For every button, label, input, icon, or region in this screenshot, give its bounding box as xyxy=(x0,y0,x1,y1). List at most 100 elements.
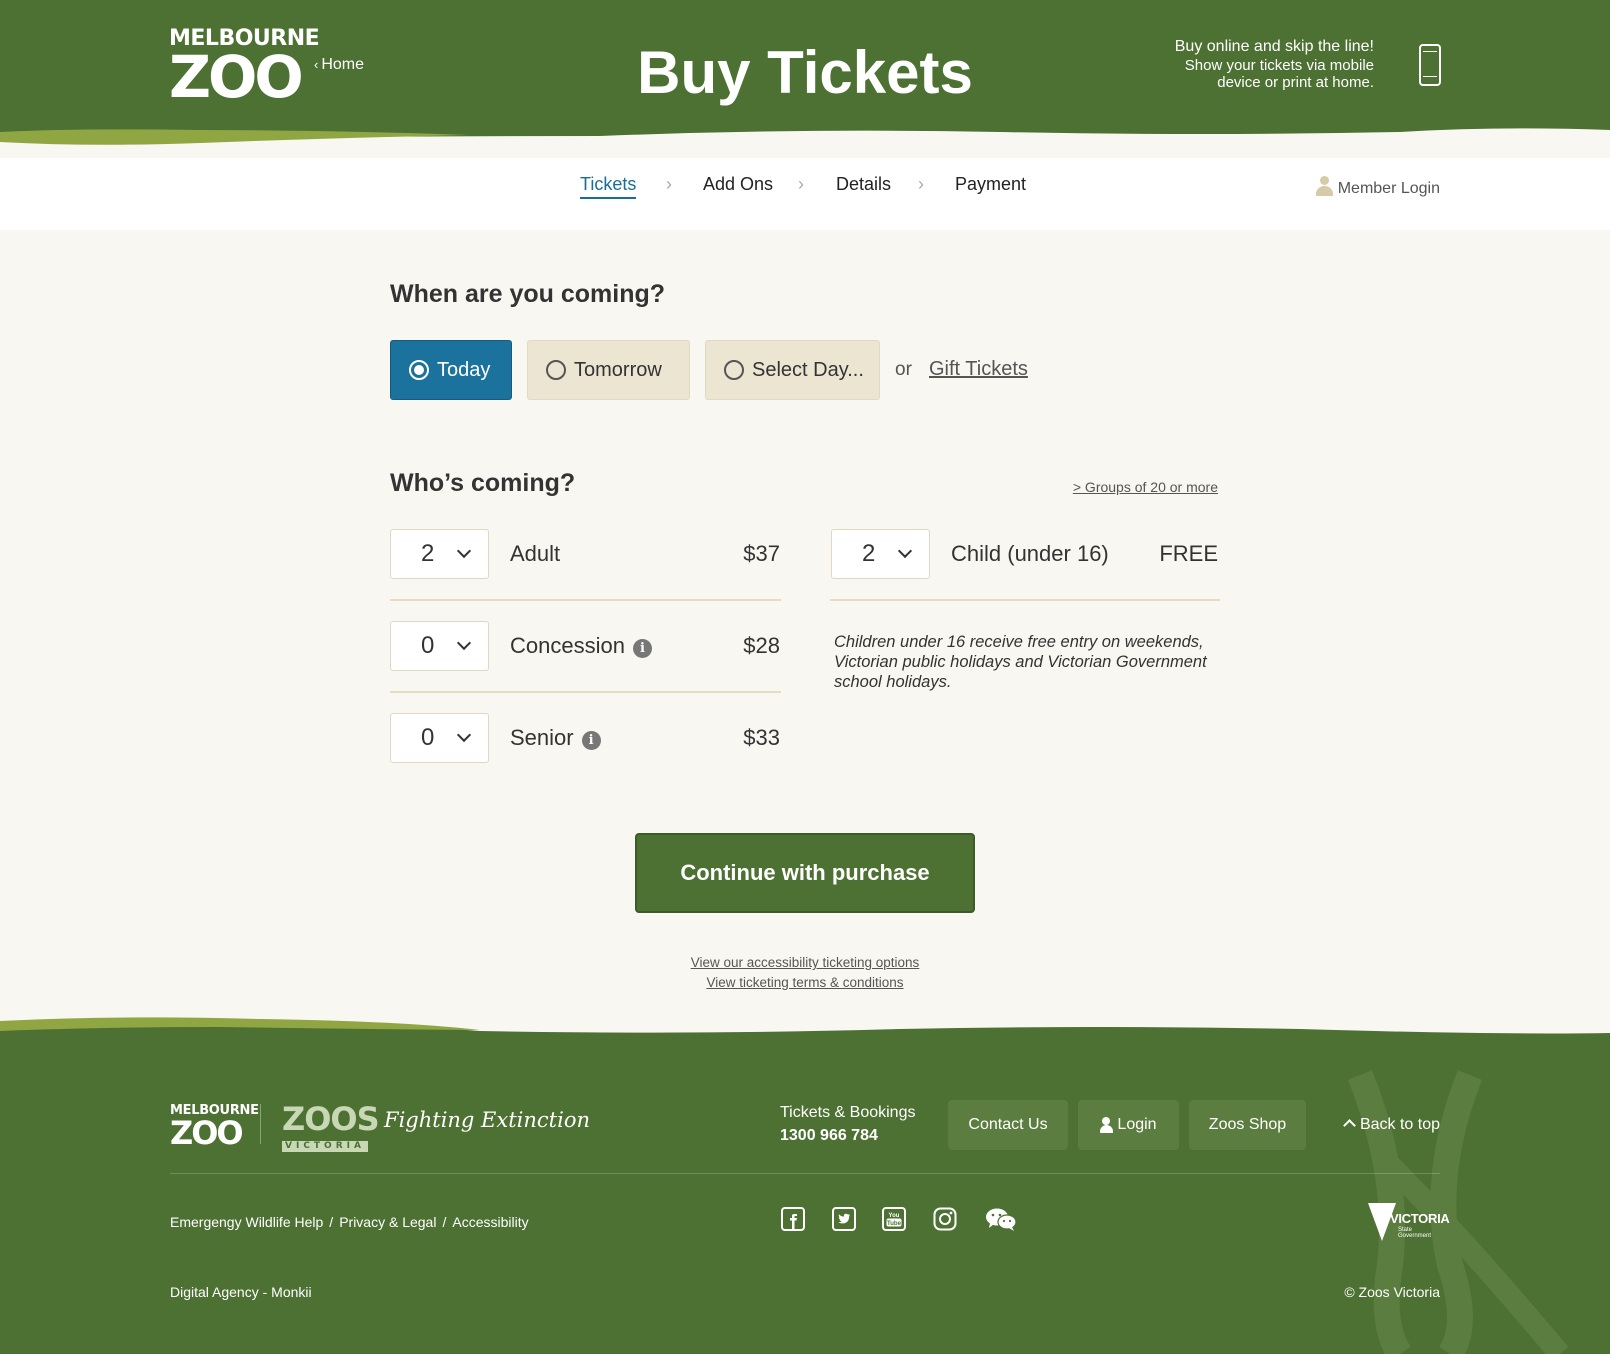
contact-us-button[interactable]: Contact Us xyxy=(948,1100,1068,1150)
ticket-row-child: 2 Child (under 16) FREE xyxy=(831,529,1218,579)
quantity-value: 2 xyxy=(862,540,876,567)
quantity-value: 0 xyxy=(421,724,435,751)
ticket-label: Concession xyxy=(510,633,625,658)
phone-icon xyxy=(1419,44,1441,86)
wildlife-help-link[interactable]: Emergengy Wildlife Help xyxy=(170,1214,323,1230)
ticket-label-wrap: Senior i xyxy=(510,725,601,751)
user-icon xyxy=(1315,176,1333,196)
instagram-icon[interactable] xyxy=(933,1207,957,1231)
link-separator: / xyxy=(329,1214,334,1230)
chevron-down-icon xyxy=(456,635,472,651)
site-footer xyxy=(0,1015,1610,1354)
ticket-links: View our accessibility ticketing options… xyxy=(0,953,1610,993)
ticket-row-adult: 2 Adult $37 xyxy=(390,529,780,579)
copyright: © Zoos Victoria xyxy=(1344,1284,1440,1300)
footer-links: Emergengy Wildlife Help / Privacy & Legal /… xyxy=(170,1214,529,1230)
quantity-value: 2 xyxy=(421,540,435,567)
link-separator: / xyxy=(442,1214,447,1230)
facebook-icon[interactable] xyxy=(781,1207,805,1231)
zv-logo-line1: ZOOS xyxy=(282,1100,380,1138)
quantity-value: 0 xyxy=(421,632,435,659)
ticket-label-wrap: Concession i xyxy=(510,633,652,659)
contact-label: Contact Us xyxy=(968,1116,1048,1133)
member-login-label: Member Login xyxy=(1337,180,1440,197)
day-option-label: Today xyxy=(437,358,491,381)
footer-zoo-logo[interactable]: MELBOURNE ZOO xyxy=(170,1104,259,1149)
login-button[interactable]: Login xyxy=(1078,1100,1179,1150)
privacy-link[interactable]: Privacy & Legal xyxy=(339,1214,436,1230)
who-heading: Who’s coming? xyxy=(390,469,576,497)
chevron-right-icon: › xyxy=(666,174,672,194)
user-icon xyxy=(1100,1117,1114,1133)
checkout-steps: Tickets › Add Ons › Details › Payment Me… xyxy=(0,158,1610,230)
site-header: MELBOURNE ZOO ‹ Home Buy Tickets Buy onli… xyxy=(0,0,1610,150)
day-option-tomorrow[interactable]: Tomorrow xyxy=(527,340,690,400)
victoria-text: VICTORIA xyxy=(1390,1211,1450,1226)
info-icon[interactable]: i xyxy=(632,639,652,658)
promo-line3: device or print at home. xyxy=(1217,74,1374,91)
radio-empty-icon xyxy=(724,360,744,380)
day-option-today[interactable]: Today xyxy=(390,340,512,400)
ticket-label: Adult xyxy=(510,541,561,566)
twitter-icon[interactable] xyxy=(832,1207,856,1231)
quantity-select[interactable]: 0 xyxy=(390,713,489,763)
radio-selected-icon xyxy=(409,360,429,380)
step-tickets[interactable]: Tickets xyxy=(580,174,637,199)
ticket-price: $33 xyxy=(743,725,780,750)
footer-logo-divider xyxy=(260,1104,261,1144)
svg-text:Tube: Tube xyxy=(887,1221,902,1227)
zoos-victoria-logo[interactable]: ZOOS VICTORIA xyxy=(282,1100,380,1152)
chevron-up-icon xyxy=(1343,1119,1356,1132)
footer-divider xyxy=(170,1173,1440,1174)
step-details[interactable]: Details xyxy=(836,174,891,195)
wechat-icon[interactable] xyxy=(985,1207,1017,1231)
ticket-label: Senior xyxy=(510,725,574,750)
day-option-label: Select Day... xyxy=(752,358,864,381)
footer-background xyxy=(0,1017,1610,1354)
tagline: Fighting Extinction xyxy=(384,1108,590,1132)
info-icon[interactable]: i xyxy=(581,731,601,750)
step-payment[interactable]: Payment xyxy=(955,174,1026,195)
row-divider xyxy=(390,599,781,601)
step-add-ons[interactable]: Add Ons xyxy=(703,174,773,195)
radio-empty-icon xyxy=(546,360,566,380)
member-login-link[interactable]: Member Login xyxy=(1315,176,1440,198)
chevron-right-icon: › xyxy=(918,174,924,194)
day-option-select-day[interactable]: Select Day... xyxy=(705,340,880,400)
or-text: or xyxy=(895,359,912,380)
row-divider xyxy=(390,691,781,693)
child-note: Children under 16 receive free entry on … xyxy=(834,633,1207,691)
groups-link[interactable]: > Groups of 20 or more xyxy=(1073,479,1218,495)
ticket-row-senior: 0 Senior i $33 xyxy=(390,713,780,763)
quantity-select[interactable]: 0 xyxy=(390,621,489,671)
ticket-price: FREE xyxy=(1159,541,1218,566)
svg-text:You: You xyxy=(889,1213,900,1219)
row-divider xyxy=(830,599,1220,601)
continue-button[interactable]: Continue with purchase xyxy=(635,833,975,913)
promo-text: Buy online and skip the line! Show your … xyxy=(1175,38,1374,91)
quantity-select[interactable]: 2 xyxy=(390,529,489,579)
quantity-select[interactable]: 2 xyxy=(831,529,930,579)
chevron-down-icon xyxy=(456,543,472,559)
ticket-price: $37 xyxy=(743,541,780,566)
accessibility-link[interactable]: Accessibility xyxy=(452,1214,528,1230)
when-heading: When are you coming? xyxy=(390,280,666,308)
tickets-bookings-label: Tickets & Bookings xyxy=(780,1104,916,1121)
day-option-label: Tomorrow xyxy=(574,358,662,381)
back-to-top-link[interactable]: Back to top xyxy=(1343,1116,1440,1134)
chevron-down-icon xyxy=(897,543,913,559)
youtube-icon[interactable]: You Tube xyxy=(882,1207,906,1231)
ticket-label: Child (under 16) xyxy=(951,541,1109,566)
terms-link[interactable]: View ticketing terms & conditions xyxy=(0,973,1610,993)
ticket-row-concession: 0 Concession i $28 xyxy=(390,621,780,671)
gift-tickets-link[interactable]: Gift Tickets xyxy=(929,358,1028,381)
agency-credit[interactable]: Digital Agency - Monkii xyxy=(170,1284,312,1300)
promo-line1: Buy online and skip the line! xyxy=(1174,38,1374,55)
tickets-bookings-phone[interactable]: 1300 966 784 xyxy=(780,1127,878,1145)
accessibility-options-link[interactable]: View our accessibility ticketing options xyxy=(0,953,1610,973)
chevron-down-icon xyxy=(456,727,472,743)
zoos-shop-button[interactable]: Zoos Shop xyxy=(1189,1100,1306,1150)
zv-logo-line2: VICTORIA xyxy=(282,1141,368,1152)
login-label: Login xyxy=(1117,1116,1157,1133)
ticket-price: $28 xyxy=(743,633,780,658)
